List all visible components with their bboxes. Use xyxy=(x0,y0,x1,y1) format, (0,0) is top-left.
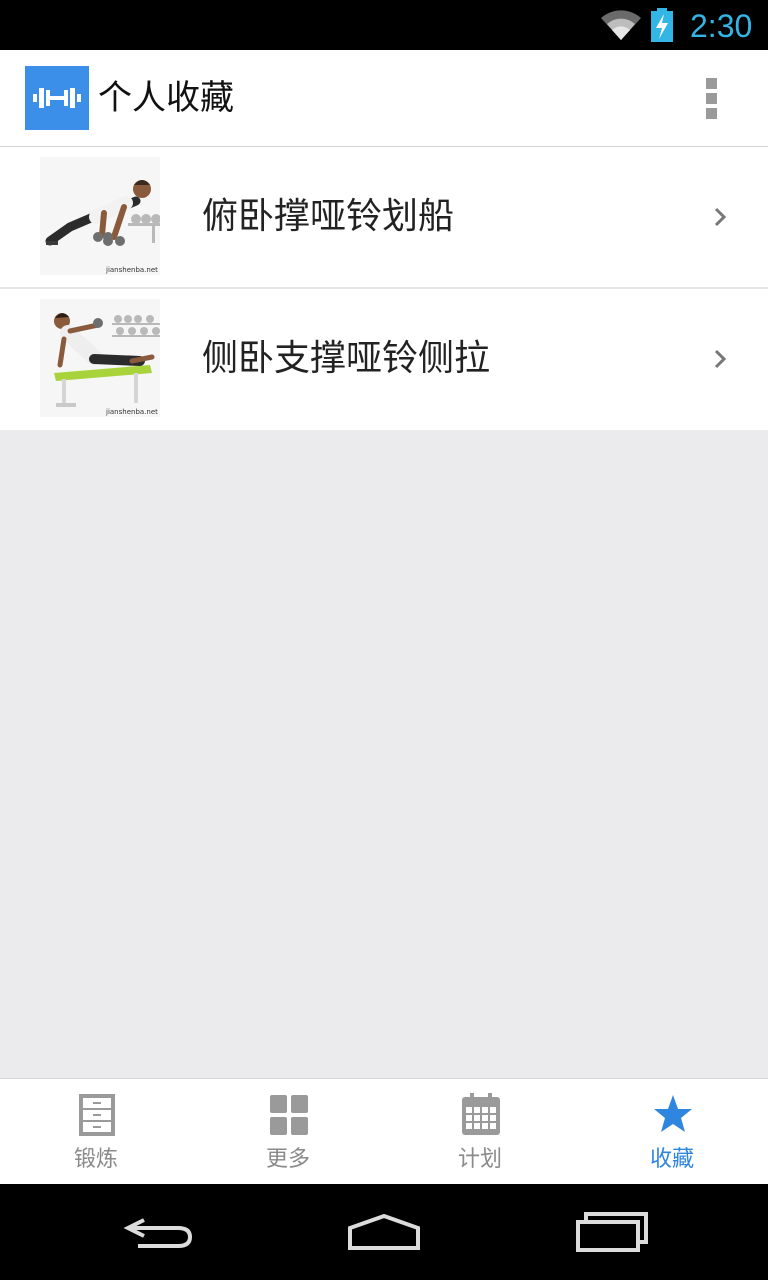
recents-icon[interactable] xyxy=(572,1206,652,1258)
item-label: 侧卧支撑哑铃侧拉 xyxy=(202,338,491,379)
favorites-list: jianshenba.net 俯卧撑哑铃划船 jianshenba.net 侧卧… xyxy=(0,147,768,430)
dumbbell-icon xyxy=(33,88,81,108)
home-icon[interactable] xyxy=(344,1206,424,1258)
page-title: 个人收藏 xyxy=(98,78,234,118)
side-lateral-raise-illustration: jianshenba.net xyxy=(40,299,160,417)
wifi-icon xyxy=(601,10,641,40)
bottom-nav: 锻炼 更多 计划 收藏 xyxy=(0,1078,768,1185)
app-icon[interactable] xyxy=(25,66,89,130)
calendar-icon xyxy=(462,1093,500,1135)
system-nav-bar xyxy=(0,1184,768,1280)
list-item[interactable]: jianshenba.net 俯卧撑哑铃划船 xyxy=(0,147,768,289)
list-item[interactable]: jianshenba.net 侧卧支撑哑铃侧拉 xyxy=(0,289,768,430)
back-icon[interactable] xyxy=(120,1206,200,1258)
chevron-right-icon xyxy=(714,349,727,369)
svg-text:jianshenba.net: jianshenba.net xyxy=(105,266,158,274)
status-bar: 2:30 xyxy=(0,0,768,50)
status-time: 2:30 xyxy=(690,8,753,44)
tab-label: 收藏 xyxy=(649,1147,694,1172)
tab-label: 更多 xyxy=(265,1147,310,1172)
chevron-right-icon xyxy=(714,207,727,227)
action-bar: 个人收藏 xyxy=(0,50,768,147)
grid-icon xyxy=(270,1095,308,1135)
battery-charging-icon xyxy=(651,8,673,42)
tab-plan[interactable]: 计划 xyxy=(384,1079,576,1185)
tab-favorites[interactable]: 收藏 xyxy=(576,1079,768,1185)
overflow-menu-icon[interactable] xyxy=(696,74,728,122)
cabinet-icon xyxy=(79,1094,115,1136)
tab-more[interactable]: 更多 xyxy=(192,1079,384,1185)
tab-label: 锻炼 xyxy=(73,1147,118,1172)
tab-label: 计划 xyxy=(457,1147,502,1172)
svg-text:jianshenba.net: jianshenba.net xyxy=(105,408,158,416)
pushup-row-illustration: jianshenba.net xyxy=(40,157,160,275)
tab-workout[interactable]: 锻炼 xyxy=(0,1079,192,1185)
exercise-thumbnail: jianshenba.net xyxy=(40,299,160,417)
exercise-thumbnail: jianshenba.net xyxy=(40,157,160,275)
star-icon xyxy=(654,1095,692,1132)
item-label: 俯卧撑哑铃划船 xyxy=(202,196,455,237)
